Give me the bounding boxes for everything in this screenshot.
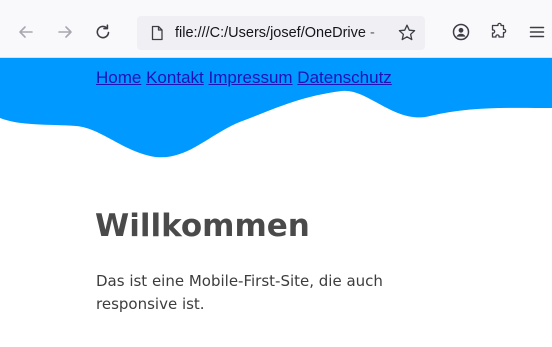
nav-link-impressum[interactable]: Impressum [208,68,292,87]
nav-link-datenschutz[interactable]: Datenschutz [297,68,392,87]
url-text[interactable]: file:///C:/Users/josef/OneDrive - [175,24,397,44]
nav-link-kontakt[interactable]: Kontakt [146,68,204,87]
forward-arrow-icon[interactable] [54,21,76,43]
hamburger-menu-icon[interactable] [526,21,548,43]
bookmark-star-icon[interactable] [397,23,417,43]
browser-toolbar: file:///C:/Users/josef/OneDrive - [0,0,552,58]
page-icon [149,25,165,41]
url-bar[interactable]: file:///C:/Users/josef/OneDrive - [137,16,425,50]
main-navigation: Home Kontakt Impressum Datenschutz [96,67,392,89]
extensions-icon[interactable] [487,21,509,43]
intro-text: Das ist eine Mobile-First-Site, die auch… [96,272,383,313]
browser-window: file:///C:/Users/josef/OneDrive - Home K… [0,0,552,347]
web-page: Home Kontakt Impressum Datenschutz Willk… [0,58,552,347]
account-icon[interactable] [450,21,472,43]
page-heading: Willkommen [95,208,310,244]
back-arrow-icon[interactable] [15,21,37,43]
nav-link-home[interactable]: Home [96,68,141,87]
reload-icon[interactable] [92,21,114,43]
